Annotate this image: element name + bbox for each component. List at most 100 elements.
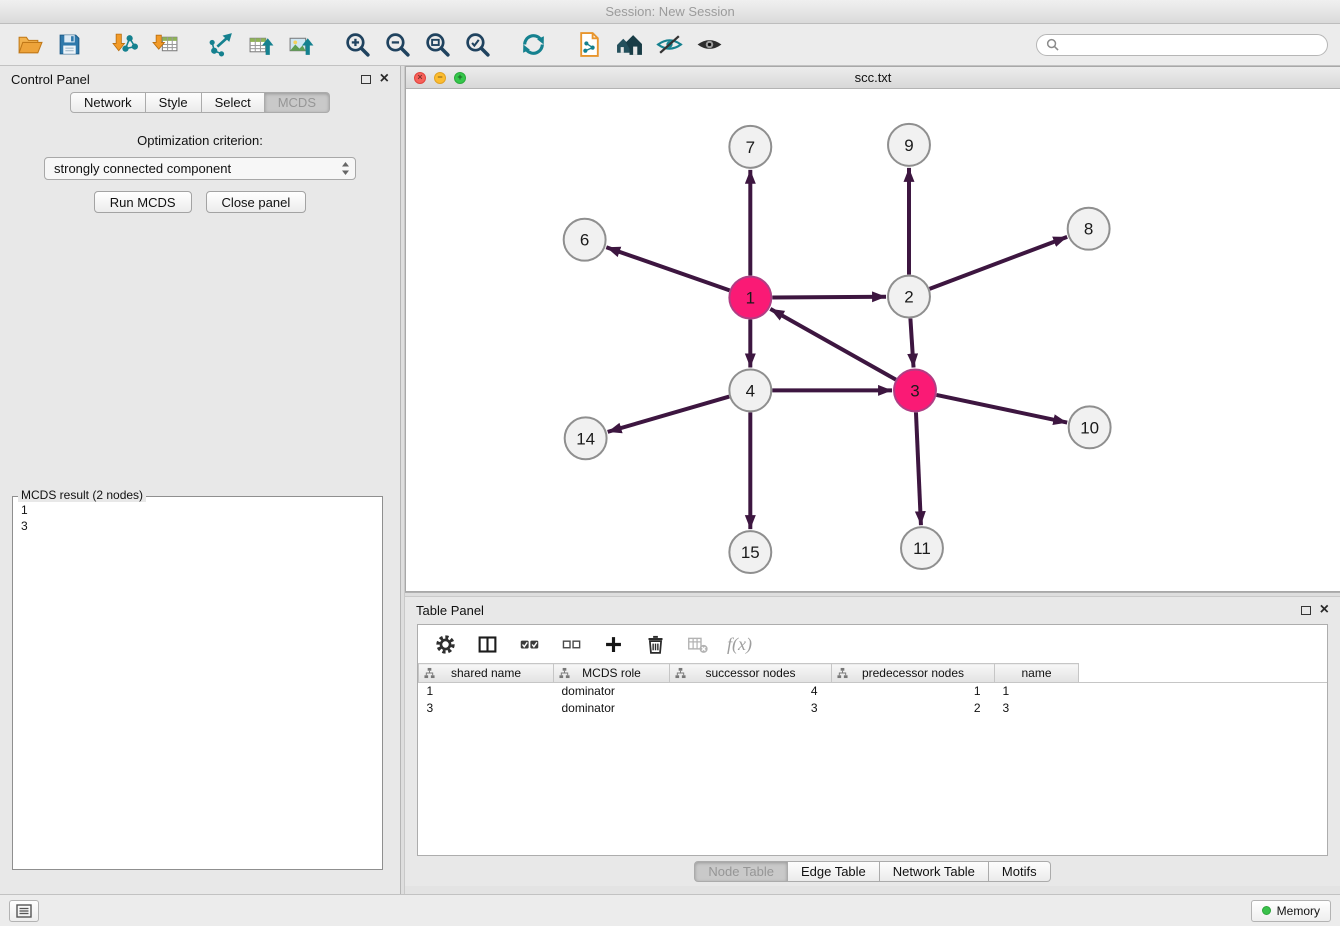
delete-column-button[interactable] <box>643 632 667 656</box>
tab-mcds[interactable]: MCDS <box>265 92 330 113</box>
refresh-button[interactable] <box>516 28 550 62</box>
window-close-icon[interactable]: × <box>414 72 426 84</box>
export-table-button[interactable] <box>244 28 278 62</box>
network-window-titlebar: × − + scc.txt <box>406 67 1340 89</box>
cell-predecessor-nodes[interactable]: 2 <box>832 700 995 717</box>
select-all-button[interactable] <box>517 632 541 656</box>
column-header-successor-nodes[interactable]: successor nodes <box>670 664 832 683</box>
home-icon <box>616 31 643 58</box>
graph-edge-3-1[interactable] <box>770 309 896 380</box>
delete-table-button[interactable] <box>685 632 709 656</box>
column-header-name[interactable]: name <box>995 664 1079 683</box>
cell-successor-nodes[interactable]: 3 <box>670 700 832 717</box>
graph-edge-4-14[interactable] <box>608 397 730 432</box>
float-table-panel-icon[interactable] <box>1301 606 1311 615</box>
task-list-icon <box>16 904 32 918</box>
tab-edge-table[interactable]: Edge Table <box>788 861 880 882</box>
window-maximize-icon[interactable]: + <box>454 72 466 84</box>
graph-node-7[interactable]: 7 <box>729 126 771 168</box>
column-header-shared-name[interactable]: shared name <box>419 664 554 683</box>
tab-style[interactable]: Style <box>146 92 202 113</box>
unchecked-boxes-icon <box>561 634 582 655</box>
table-panel-title: Table Panel <box>416 603 484 618</box>
graph-node-1[interactable]: 1 <box>729 277 771 319</box>
tab-network[interactable]: Network <box>70 92 146 113</box>
graph-edge-1-6[interactable] <box>606 247 729 290</box>
cell-mcds-role[interactable]: dominator <box>554 700 670 717</box>
search-input[interactable] <box>1065 38 1318 52</box>
zoom-selected-button[interactable] <box>460 28 494 62</box>
save-session-button[interactable] <box>52 28 86 62</box>
cell-name[interactable]: 1 <box>995 683 1079 700</box>
show-columns-button[interactable] <box>475 632 499 656</box>
tab-motifs[interactable]: Motifs <box>989 861 1051 882</box>
graph-node-2[interactable]: 2 <box>888 276 930 318</box>
graph-node-11[interactable]: 11 <box>901 527 943 569</box>
export-network-button[interactable] <box>204 28 238 62</box>
birds-eye-view-button[interactable] <box>692 28 726 62</box>
task-history-button[interactable] <box>9 900 39 922</box>
search-box[interactable] <box>1036 34 1328 56</box>
graph-node-8[interactable]: 8 <box>1068 208 1110 250</box>
graph-edge-3-11[interactable] <box>916 412 921 525</box>
column-header-mcds-role[interactable]: MCDS role <box>554 664 670 683</box>
close-panel-icon[interactable]: × <box>380 71 389 87</box>
graph-node-9[interactable]: 9 <box>888 124 930 166</box>
open-session-button[interactable] <box>12 28 46 62</box>
graph-edge-1-2[interactable] <box>772 297 886 298</box>
column-header-predecessor-nodes[interactable]: predecessor nodes <box>832 664 995 683</box>
column-settings-button[interactable] <box>433 632 457 656</box>
graph-edge-2-3[interactable] <box>910 318 913 367</box>
svg-text:9: 9 <box>904 136 913 155</box>
graphics-details-button[interactable] <box>652 28 686 62</box>
graph-node-3[interactable]: 3 <box>894 369 936 411</box>
graph-edge-3-10[interactable] <box>936 395 1067 423</box>
mcds-panel-body: Optimization criterion: strongly connect… <box>0 113 400 894</box>
zoom-out-button[interactable] <box>380 28 414 62</box>
graph-node-4[interactable]: 4 <box>729 369 771 411</box>
graph-node-15[interactable]: 15 <box>729 531 771 573</box>
main-area: Control Panel × Network Style Select MCD… <box>0 66 1340 894</box>
network-canvas[interactable]: 7 9 6 8 1 2 4 3 14 10 15 11 <box>406 89 1340 591</box>
result-item[interactable]: 1 <box>13 502 382 518</box>
tab-select[interactable]: Select <box>202 92 265 113</box>
cell-name[interactable]: 3 <box>995 700 1079 717</box>
zoom-in-button[interactable] <box>340 28 374 62</box>
tab-node-table[interactable]: Node Table <box>694 861 788 882</box>
mcds-result-list[interactable]: 1 3 <box>12 496 383 870</box>
cell-mcds-role[interactable]: dominator <box>554 683 670 700</box>
graph-node-14[interactable]: 14 <box>565 417 607 459</box>
add-column-button[interactable] <box>601 632 625 656</box>
import-table-button[interactable] <box>148 28 182 62</box>
trash-icon <box>645 634 666 655</box>
zoom-fit-button[interactable] <box>420 28 454 62</box>
function-builder-button[interactable]: f(x) <box>727 632 752 656</box>
criterion-dropdown[interactable]: strongly connected component <box>44 157 356 180</box>
window-minimize-icon[interactable]: − <box>434 72 446 84</box>
import-network-button[interactable] <box>108 28 142 62</box>
column-flag-icon <box>424 668 435 679</box>
graph-node-10[interactable]: 10 <box>1069 406 1111 448</box>
memory-button[interactable]: Memory <box>1251 900 1331 922</box>
close-table-panel-icon[interactable]: × <box>1320 602 1329 618</box>
cell-predecessor-nodes[interactable]: 1 <box>832 683 995 700</box>
cell-successor-nodes[interactable]: 4 <box>670 683 832 700</box>
table-row[interactable]: 3 dominator 3 2 3 <box>419 700 1328 717</box>
graph-edge-2-8[interactable] <box>930 237 1068 289</box>
network-graph[interactable]: 7 9 6 8 1 2 4 3 14 10 15 11 <box>406 89 1340 591</box>
float-panel-icon[interactable] <box>361 75 371 84</box>
table-row[interactable]: 1 dominator 4 1 1 <box>419 683 1328 700</box>
graph-node-6[interactable]: 6 <box>564 219 606 261</box>
result-item[interactable]: 3 <box>13 518 382 534</box>
run-mcds-button[interactable]: Run MCDS <box>94 191 192 213</box>
export-image-button[interactable] <box>284 28 318 62</box>
tab-network-table[interactable]: Network Table <box>880 861 989 882</box>
deselect-all-button[interactable] <box>559 632 583 656</box>
home-button[interactable] <box>612 28 646 62</box>
cell-shared-name[interactable]: 1 <box>419 683 554 700</box>
session-group <box>12 28 86 62</box>
cell-shared-name[interactable]: 3 <box>419 700 554 717</box>
close-panel-button[interactable]: Close panel <box>206 191 307 213</box>
import-group <box>108 28 182 62</box>
new-network-from-selection-button[interactable] <box>572 28 606 62</box>
